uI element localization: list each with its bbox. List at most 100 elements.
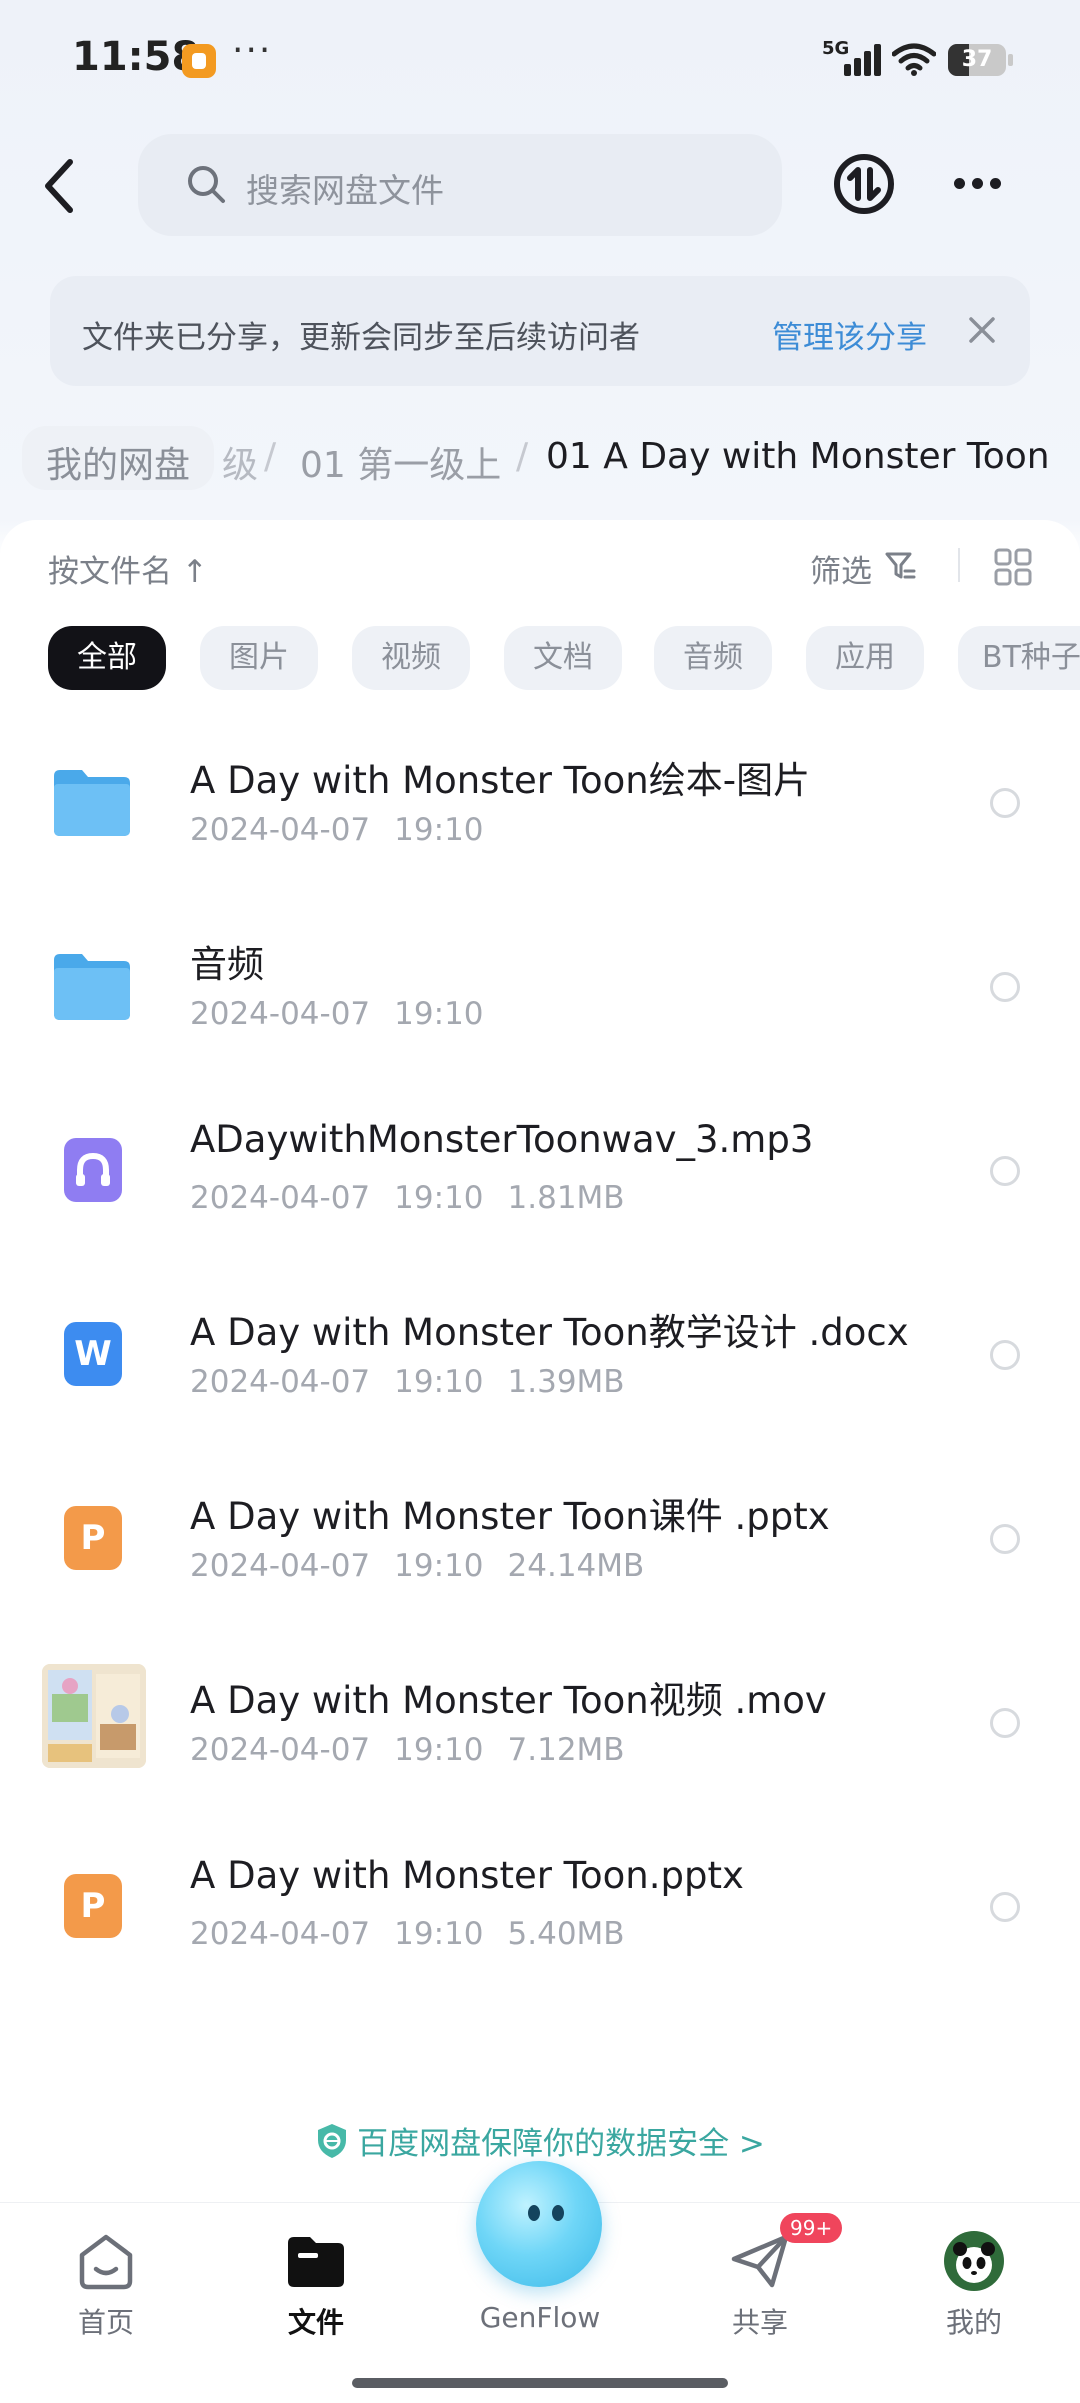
file-meta: 2024-04-07 19:10 1.39MB xyxy=(190,1364,649,1400)
chip-all[interactable]: 全部 xyxy=(48,626,166,690)
breadcrumb-separator: / xyxy=(264,436,277,477)
file-date: 2024-04-07 xyxy=(190,1916,371,1952)
nav-home-label: 首页 xyxy=(77,2306,134,2339)
battery-percent: 37 xyxy=(961,47,993,72)
file-date: 2024-04-07 xyxy=(190,812,371,848)
sort-button[interactable]: 按文件名 ↑ xyxy=(48,546,208,591)
file-time: 19:10 xyxy=(394,1364,484,1400)
more-notifications-icon: ··· xyxy=(232,30,273,71)
filter-icon[interactable] xyxy=(884,550,916,582)
ppt-file-icon: P xyxy=(50,1496,134,1580)
file-meta: 2024-04-07 19:10 1.81MB xyxy=(190,1180,649,1216)
nav-share-label: 共享 xyxy=(731,2306,788,2339)
file-time: 19:10 xyxy=(394,1180,484,1216)
select-checkbox[interactable] xyxy=(990,1524,1020,1554)
chip-images[interactable]: 图片 xyxy=(200,626,318,690)
security-hint-text: 百度网盘保障你的数据安全 > xyxy=(357,2126,765,2162)
close-icon[interactable] xyxy=(968,316,996,344)
select-checkbox[interactable] xyxy=(990,1340,1020,1370)
file-row[interactable]: P A Day with Monster Toon课件 .pptx 2024-0… xyxy=(0,1456,1080,1640)
file-meta: 2024-04-07 19:10 xyxy=(190,812,508,848)
battery-cap xyxy=(1008,54,1013,66)
file-row[interactable]: A Day with Monster Toon绘本-图片 2024-04-07 1… xyxy=(0,720,1080,904)
share-banner: 文件夹已分享，更新会同步至后续访问者 管理该分享 xyxy=(50,276,1030,386)
breadcrumb-item-level1[interactable]: 01 第一级上 xyxy=(300,436,501,488)
select-checkbox[interactable] xyxy=(990,1708,1020,1738)
file-meta: 2024-04-07 19:10 5.40MB xyxy=(190,1916,649,1952)
filter-chips: 全部 图片 视频 文档 音频 应用 BT种子 xyxy=(0,626,1080,690)
file-row[interactable]: W A Day with Monster Toon教学设计 .docx 2024… xyxy=(0,1272,1080,1456)
file-size: 24.14MB xyxy=(507,1548,645,1584)
breadcrumb-root[interactable]: 我的网盘 xyxy=(22,426,215,490)
file-name: A Day with Monster Toon.pptx xyxy=(190,1854,744,1897)
ppt-letter: P xyxy=(64,1506,122,1570)
file-name: ADaywithMonsterToonwav_3.mp3 xyxy=(190,1118,814,1161)
genflow-orb[interactable] xyxy=(476,2161,602,2287)
status-time: 11:58 xyxy=(72,34,200,80)
nav-me[interactable]: 我的 xyxy=(904,2229,1044,2341)
nav-share[interactable]: 共享 xyxy=(690,2229,830,2341)
nav-files[interactable]: 文件 xyxy=(246,2229,386,2341)
nav-me-label: 我的 xyxy=(945,2306,1002,2339)
nav-home[interactable]: 首页 xyxy=(36,2229,176,2341)
select-checkbox[interactable] xyxy=(990,1156,1020,1186)
file-date: 2024-04-07 xyxy=(190,1364,371,1400)
back-button[interactable] xyxy=(38,158,82,214)
share-banner-text: 文件夹已分享，更新会同步至后续访问者 xyxy=(82,320,640,356)
status-bar: 11:58 ··· 5G 37 xyxy=(0,0,1080,120)
search-placeholder: 搜索网盘文件 xyxy=(246,171,444,210)
file-time: 19:10 xyxy=(394,1916,484,1952)
signal-icon xyxy=(838,44,882,76)
app-notification-icon xyxy=(182,44,216,78)
file-meta: 2024-04-07 19:10 24.14MB xyxy=(190,1548,668,1584)
file-time: 19:10 xyxy=(394,996,484,1032)
grid-view-icon[interactable] xyxy=(994,548,1032,586)
transfer-list-button[interactable] xyxy=(832,152,896,216)
select-checkbox[interactable] xyxy=(990,972,1020,1002)
file-date: 2024-04-07 xyxy=(190,1180,371,1216)
search-icon xyxy=(188,166,225,203)
file-row[interactable]: ADaywithMonsterToonwav_3.mp3 2024-04-07 1… xyxy=(0,1088,1080,1272)
file-size: 1.81MB xyxy=(507,1180,625,1216)
breadcrumb-hidden-level[interactable]: 级 xyxy=(222,436,258,488)
select-checkbox[interactable] xyxy=(990,1892,1020,1922)
file-time: 19:10 xyxy=(394,812,484,848)
file-name: A Day with Monster Toon课件 .pptx xyxy=(190,1495,830,1538)
home-indicator[interactable] xyxy=(352,2378,728,2388)
nav-files-label: 文件 xyxy=(287,2306,344,2339)
file-meta: 2024-04-07 19:10 xyxy=(190,996,508,1032)
video-thumbnail xyxy=(42,1664,146,1768)
nav-genflow-label: GenFlow xyxy=(479,2301,601,2334)
chip-videos[interactable]: 视频 xyxy=(352,626,470,690)
ppt-letter: P xyxy=(64,1874,122,1938)
headphones-icon xyxy=(76,1152,110,1186)
more-options-button[interactable] xyxy=(950,166,1006,202)
file-size: 7.12MB xyxy=(507,1732,625,1768)
folder-icon xyxy=(54,770,130,836)
manage-share-link[interactable]: 管理该分享 xyxy=(772,312,927,357)
file-date: 2024-04-07 xyxy=(190,1732,371,1768)
file-row[interactable]: P A Day with Monster Toon.pptx 2024-04-0… xyxy=(0,1824,1080,2008)
file-row[interactable]: A Day with Monster Toon视频 .mov 2024-04-0… xyxy=(0,1640,1080,1824)
file-size: 5.40MB xyxy=(507,1916,625,1952)
chip-apps[interactable]: 应用 xyxy=(806,626,924,690)
chip-bt-torrents[interactable]: BT种子 xyxy=(958,626,1080,690)
file-name: 音频 xyxy=(190,943,264,986)
share-count-badge: 99+ xyxy=(780,2213,843,2243)
audio-file-icon xyxy=(50,1128,134,1212)
select-checkbox[interactable] xyxy=(990,788,1020,818)
shield-icon xyxy=(318,2123,347,2158)
file-row[interactable]: 音频 2024-04-07 19:10 xyxy=(0,904,1080,1088)
breadcrumb: 级 / 01 第一级上 / 01 A Day with Monster Toon… xyxy=(0,420,1080,500)
video-thumbnail-image xyxy=(42,1664,146,1768)
filter-button[interactable]: 筛选 xyxy=(810,546,872,591)
word-file-icon: W xyxy=(50,1312,134,1396)
folder-icon xyxy=(54,954,130,1020)
battery-icon: 37 xyxy=(948,44,1006,76)
file-date: 2024-04-07 xyxy=(190,996,371,1032)
share-plane-icon xyxy=(731,2234,789,2288)
panda-avatar-icon xyxy=(944,2231,1004,2291)
search-input[interactable]: 搜索网盘文件 xyxy=(138,134,782,236)
chip-audio[interactable]: 音频 xyxy=(654,626,772,690)
chip-documents[interactable]: 文档 xyxy=(504,626,622,690)
